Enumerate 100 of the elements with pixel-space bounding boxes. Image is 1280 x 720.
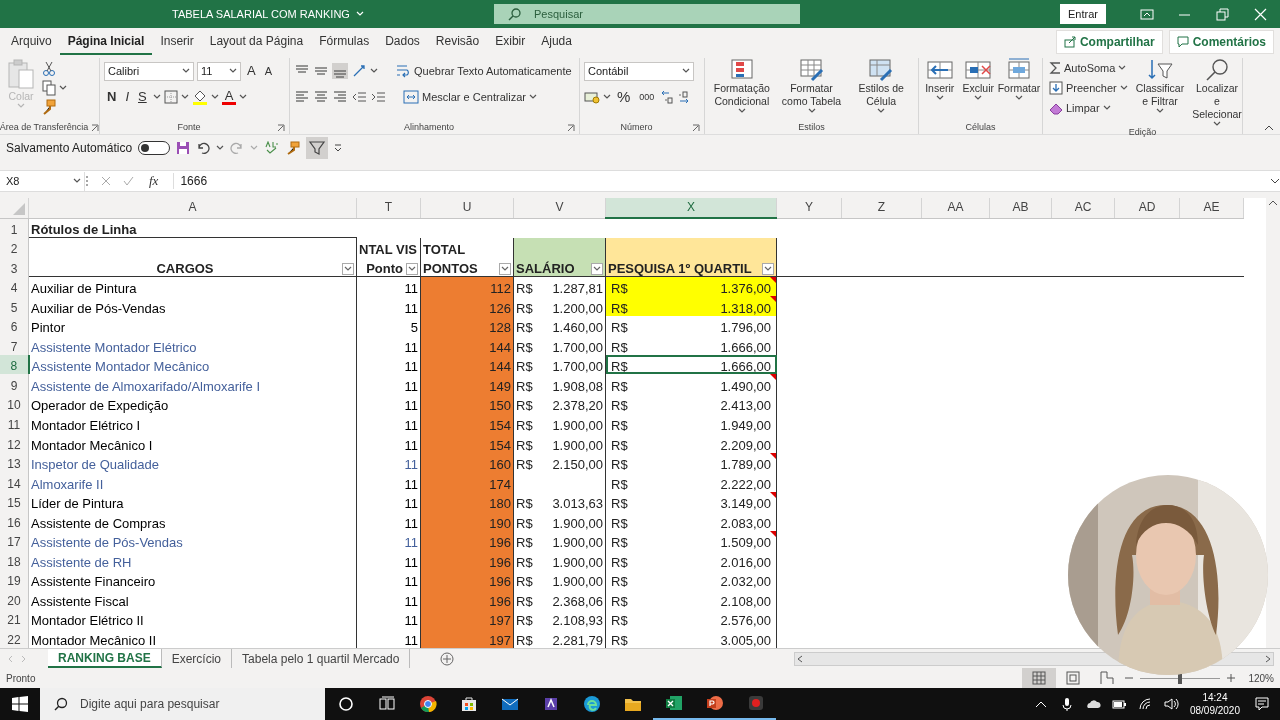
grow-font-button[interactable]: A <box>244 63 259 79</box>
caret-icon[interactable] <box>152 94 161 100</box>
percent-button[interactable]: % <box>614 89 634 105</box>
row-header[interactable]: 13 <box>0 452 29 473</box>
column-header[interactable]: AD <box>1114 198 1180 219</box>
filter-button[interactable] <box>406 262 418 275</box>
find-select-button[interactable]: Localizar e Selecionar <box>1190 58 1244 127</box>
column-header[interactable]: AC <box>1051 198 1115 219</box>
comments-button[interactable]: Comentários <box>1168 29 1274 54</box>
zoom-level[interactable]: 120% <box>1236 670 1280 686</box>
column-header[interactable]: Z <box>841 198 922 219</box>
ribbon-tab[interactable]: Dados <box>377 28 428 55</box>
italic-button[interactable]: I <box>122 89 132 105</box>
autosave-toggle[interactable] <box>138 140 171 155</box>
caret-icon[interactable] <box>528 94 537 100</box>
caret-icon[interactable] <box>370 68 378 74</box>
row-header[interactable]: 15 <box>0 491 29 512</box>
ribbon-tab[interactable]: Arquivo <box>3 28 60 55</box>
row-header[interactable]: 9 <box>0 374 29 394</box>
wrap-text-button[interactable]: Quebrar Texto Automaticamente <box>393 62 574 80</box>
filter-button[interactable] <box>499 262 511 275</box>
row-header[interactable]: 3 <box>0 257 29 277</box>
column-header[interactable]: X <box>605 198 777 219</box>
row-header[interactable]: 17 <box>0 530 29 551</box>
row-header[interactable]: 14 <box>0 472 29 492</box>
column-header[interactable]: A <box>28 198 357 219</box>
row-header[interactable]: 5 <box>0 296 29 316</box>
increase-indent-icon[interactable] <box>370 89 386 105</box>
caret-icon[interactable] <box>216 144 225 151</box>
filter-button[interactable] <box>342 262 354 275</box>
column-header[interactable]: AE <box>1179 198 1244 219</box>
number-format-field[interactable]: Contábil <box>584 61 694 81</box>
sort-filter-button[interactable]: Classificar e Filtrar <box>1133 58 1187 127</box>
orientation-icon[interactable] <box>351 63 367 79</box>
ribbon-button[interactable]: Inserir <box>923 58 957 122</box>
view-button[interactable] <box>1022 668 1057 688</box>
collapse-ribbon-icon[interactable] <box>1264 125 1274 131</box>
share-button[interactable]: Compartilhar <box>1055 29 1163 54</box>
align-center-icon[interactable] <box>313 89 329 105</box>
column-header[interactable]: AA <box>921 198 990 219</box>
insert-function-button[interactable]: fx <box>146 173 162 189</box>
ribbon-button[interactable]: Formatar <box>1000 58 1038 122</box>
font-name-field[interactable]: Calibri <box>104 61 194 81</box>
dialog-launcher-icon[interactable] <box>277 124 285 132</box>
formula-field[interactable]: 1666 <box>174 172 1270 190</box>
ribbon-tab[interactable]: Inserir <box>152 28 202 55</box>
filter-icon[interactable] <box>306 136 329 159</box>
start-icon[interactable] <box>12 696 28 712</box>
font-size-field[interactable]: 11 <box>197 61 241 81</box>
column-header[interactable]: T <box>356 198 421 219</box>
scroll-up-icon[interactable] <box>1266 198 1280 208</box>
column-header[interactable]: Y <box>776 198 842 219</box>
undo-icon[interactable] <box>196 140 211 155</box>
clock-date[interactable]: 08/09/2020 <box>1189 704 1240 717</box>
notifications-icon[interactable] <box>1254 696 1270 712</box>
zoom-in-icon[interactable] <box>1226 673 1237 683</box>
caret-icon[interactable] <box>229 68 237 74</box>
taskbar-search-field[interactable]: Digite aqui para pesquisar <box>40 688 325 720</box>
column-header[interactable]: U <box>420 198 514 219</box>
row-header[interactable]: 16 <box>0 511 29 531</box>
name-box[interactable]: X8 <box>3 171 85 191</box>
autosum-button[interactable]: AutoSoma <box>1047 58 1130 78</box>
caret-icon[interactable] <box>180 94 189 100</box>
fill-color-icon[interactable] <box>191 89 208 105</box>
filter-button[interactable] <box>591 262 603 275</box>
ribbon-tab[interactable]: Fórmulas <box>311 28 378 55</box>
row-header[interactable]: 19 <box>0 569 29 590</box>
spelling-icon[interactable] <box>264 140 281 155</box>
ribbon-display-icon[interactable] <box>1140 7 1154 21</box>
copy-icon[interactable] <box>42 80 56 96</box>
increase-decimal-icon[interactable] <box>660 90 675 104</box>
row-header[interactable]: 7 <box>0 335 29 355</box>
search-field[interactable]: Pesquisar <box>494 4 800 24</box>
ribbon-button[interactable]: Excluir <box>960 58 996 122</box>
row-header[interactable]: 6 <box>0 315 29 336</box>
row-header[interactable]: 10 <box>0 393 29 414</box>
underline-button[interactable]: S <box>135 89 150 105</box>
ribbon-button[interactable]: Formatação Condicional <box>709 58 775 122</box>
column-header[interactable]: V <box>513 198 606 219</box>
ribbon-tab[interactable]: Revisão <box>427 28 488 55</box>
caret-icon[interactable] <box>682 68 690 74</box>
save-icon[interactable] <box>176 140 191 155</box>
row-header[interactable]: 22 <box>0 628 29 648</box>
customize-icon[interactable] <box>334 143 343 152</box>
vertical-scrollbar[interactable] <box>1266 198 1280 648</box>
volume-icon[interactable] <box>1162 696 1179 712</box>
scissors-icon[interactable] <box>42 61 56 77</box>
wifi-icon[interactable] <box>1136 696 1153 712</box>
shrink-font-button[interactable]: A <box>261 63 275 79</box>
clock-time[interactable]: 14:24 <box>1202 691 1228 704</box>
caret-icon[interactable] <box>182 68 190 74</box>
column-header[interactable]: AB <box>989 198 1052 219</box>
row-header[interactable]: 12 <box>0 433 29 453</box>
ribbon-button[interactable]: Formatar como Tabela <box>778 58 845 122</box>
font-color-button[interactable]: A <box>221 89 237 105</box>
bold-button[interactable]: N <box>104 89 120 105</box>
align-left-icon[interactable] <box>294 89 310 105</box>
row-header[interactable]: 18 <box>0 550 29 570</box>
clear-button[interactable]: Limpar <box>1047 98 1130 118</box>
row-header[interactable]: 4 <box>0 276 29 297</box>
